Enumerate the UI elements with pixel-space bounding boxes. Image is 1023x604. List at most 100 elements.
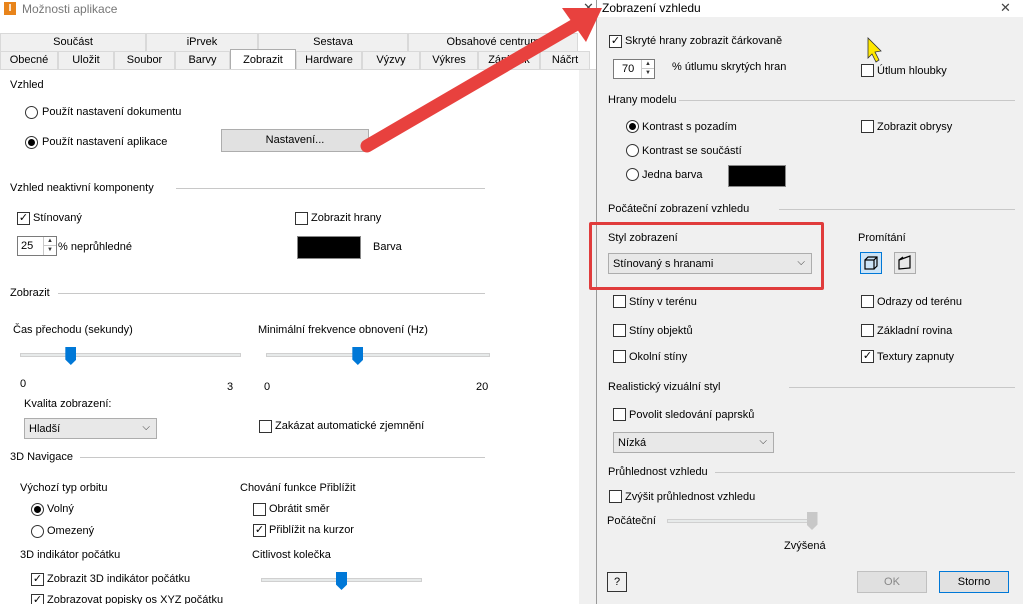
contrast-background-label: Kontrast s pozadím: [642, 121, 737, 133]
increase-transparency-checkbox[interactable]: [609, 490, 622, 503]
min-frame-rate-label: Minimální frekvence obnovení (Hz): [258, 324, 428, 336]
increase-transparency-label: Zvýšit průhlednost vzhledu: [625, 491, 756, 503]
opacity-spinner[interactable]: 25 ▲ ▼: [17, 236, 57, 256]
perspective-projection-button[interactable]: [894, 252, 916, 274]
spin-down-icon[interactable]: ▼: [642, 69, 654, 78]
hidden-edges-dashed-checkbox[interactable]: ✓: [609, 35, 622, 48]
ok-button[interactable]: OK: [857, 571, 927, 593]
use-application-settings-radio[interactable]: [25, 136, 38, 149]
ground-reflections-checkbox[interactable]: [861, 295, 874, 308]
show-edges-label: Zobrazit hrany: [311, 212, 382, 224]
tab-part[interactable]: Součást: [0, 33, 146, 51]
contrast-part-radio[interactable]: [626, 144, 639, 157]
ray-tracing-checkbox[interactable]: [613, 408, 626, 421]
close-icon[interactable]: ✕: [583, 0, 596, 16]
display-group-label: Zobrazit: [10, 287, 50, 299]
shaded-checkbox[interactable]: ✓: [17, 212, 30, 225]
ambient-shadows-checkbox[interactable]: [613, 350, 626, 363]
show-xyz-labels-label: Zobrazovat popisky os XYZ počátku: [47, 594, 224, 604]
transition-time-slider-track[interactable]: [20, 353, 241, 357]
settings-button[interactable]: Nastavení...: [221, 129, 369, 152]
window-title: Možnosti aplikace: [22, 2, 118, 16]
group-divider: [715, 472, 1015, 473]
group-divider: [58, 293, 485, 294]
textures-on-checkbox[interactable]: ✓: [861, 350, 874, 363]
show-xyz-labels-checkbox[interactable]: ✓: [31, 594, 44, 604]
tab-prompts[interactable]: Výzvy: [362, 51, 420, 69]
use-document-settings-radio[interactable]: [25, 106, 38, 119]
transparency-slider-thumb[interactable]: [806, 512, 818, 530]
spin-up-icon[interactable]: ▲: [44, 237, 56, 246]
ground-plane-label: Základní rovina: [877, 325, 953, 337]
transparency-slider-track[interactable]: [667, 519, 812, 523]
min-frame-rate-slider-thumb[interactable]: [352, 347, 364, 365]
rate-min-label: 0: [264, 381, 271, 393]
zoom-to-cursor-label: Přiblížit na kurzor: [269, 524, 354, 536]
vertical-scrollbar[interactable]: [579, 70, 596, 604]
object-shadows-checkbox[interactable]: [613, 324, 626, 337]
disable-auto-refinement-checkbox[interactable]: [259, 420, 272, 433]
spin-down-icon[interactable]: ▼: [44, 246, 56, 255]
hidden-edge-dim-label: % útlumu skrytých hran: [672, 61, 787, 73]
ground-plane-checkbox[interactable]: [861, 324, 874, 337]
spin-up-icon[interactable]: ▲: [642, 60, 654, 69]
realistic-style-group-label: Realistický vizuální styl: [608, 381, 721, 393]
use-application-settings-label: Použít nastavení aplikace: [42, 136, 168, 148]
depth-dimming-checkbox[interactable]: [861, 64, 874, 77]
help-button[interactable]: ?: [607, 572, 627, 592]
disable-auto-refinement-label: Zakázat automatické zjemnění: [275, 420, 425, 432]
orbit-type-label: Výchozí typ orbitu: [20, 482, 108, 494]
contrast-background-radio[interactable]: [626, 120, 639, 133]
zoom-to-cursor-checkbox[interactable]: ✓: [253, 524, 266, 537]
orthographic-projection-button[interactable]: [860, 252, 882, 274]
tab-notebook[interactable]: Zápisník: [478, 51, 540, 69]
min-frame-rate-slider-track[interactable]: [266, 353, 490, 357]
tab-hardware[interactable]: Hardware: [296, 51, 362, 69]
show-origin-indicator-checkbox[interactable]: ✓: [31, 573, 44, 586]
hidden-edge-dim-spinner[interactable]: 70 ▲ ▼: [613, 59, 655, 79]
reverse-direction-checkbox[interactable]: [253, 503, 266, 516]
ground-shadows-checkbox[interactable]: [613, 295, 626, 308]
shaded-label: Stínovaný: [33, 212, 82, 224]
chevron-down-icon: ⌵: [142, 422, 150, 433]
transparency-end-label: Zvýšená: [784, 540, 826, 552]
tab-colors[interactable]: Barvy: [175, 51, 230, 69]
ground-shadows-label: Stíny v terénu: [629, 296, 697, 308]
orbit-free-radio[interactable]: [31, 503, 44, 516]
transition-time-label: Čas přechodu (sekundy): [13, 324, 133, 336]
tab-general[interactable]: Obecné: [0, 51, 58, 69]
display-quality-label: Kvalita zobrazení:: [24, 398, 112, 410]
tabs-divider: [0, 69, 596, 70]
tab-sketch[interactable]: Náčrt: [540, 51, 590, 69]
tab-drawing[interactable]: Výkres: [420, 51, 478, 69]
ray-tracing-quality-select[interactable]: Nízká ⌵: [613, 432, 774, 453]
close-icon[interactable]: ✕: [1000, 0, 1012, 16]
projection-label: Promítání: [858, 232, 906, 244]
transition-min-label: 0: [20, 378, 27, 390]
ray-tracing-label: Povolit sledování paprsků: [629, 409, 755, 421]
orbit-constrained-label: Omezený: [47, 525, 95, 537]
model-edges-group-label: Hrany modelu: [608, 94, 677, 106]
show-silhouettes-checkbox[interactable]: [861, 120, 874, 133]
edge-color-swatch[interactable]: [728, 165, 786, 187]
dialog-title: Zobrazení vzhledu: [602, 1, 701, 15]
app-icon: I: [4, 2, 16, 15]
tab-save[interactable]: Uložit: [58, 51, 114, 69]
single-color-radio[interactable]: [626, 168, 639, 181]
textures-on-label: Textury zapnuty: [877, 351, 955, 363]
tab-content-center[interactable]: Obsahové centrum: [408, 33, 578, 51]
tab-display[interactable]: Zobrazit: [230, 49, 296, 69]
highlight-annotation: [589, 222, 824, 290]
transition-time-slider-thumb[interactable]: [65, 347, 77, 365]
wheel-sensitivity-slider-thumb[interactable]: [336, 572, 347, 590]
spinner-arrows: ▲ ▼: [641, 60, 654, 78]
spinner-arrows: ▲ ▼: [43, 237, 56, 255]
cancel-button[interactable]: Storno: [939, 571, 1009, 593]
display-quality-select[interactable]: Hladší ⌵: [24, 418, 157, 439]
initial-display-group-label: Počáteční zobrazení vzhledu: [608, 203, 750, 215]
orbit-constrained-radio[interactable]: [31, 525, 44, 538]
title-bar: I Možnosti aplikace: [0, 0, 596, 18]
tab-file[interactable]: Soubor: [114, 51, 175, 69]
show-edges-checkbox[interactable]: [295, 212, 308, 225]
inactive-color-swatch[interactable]: [297, 236, 361, 259]
